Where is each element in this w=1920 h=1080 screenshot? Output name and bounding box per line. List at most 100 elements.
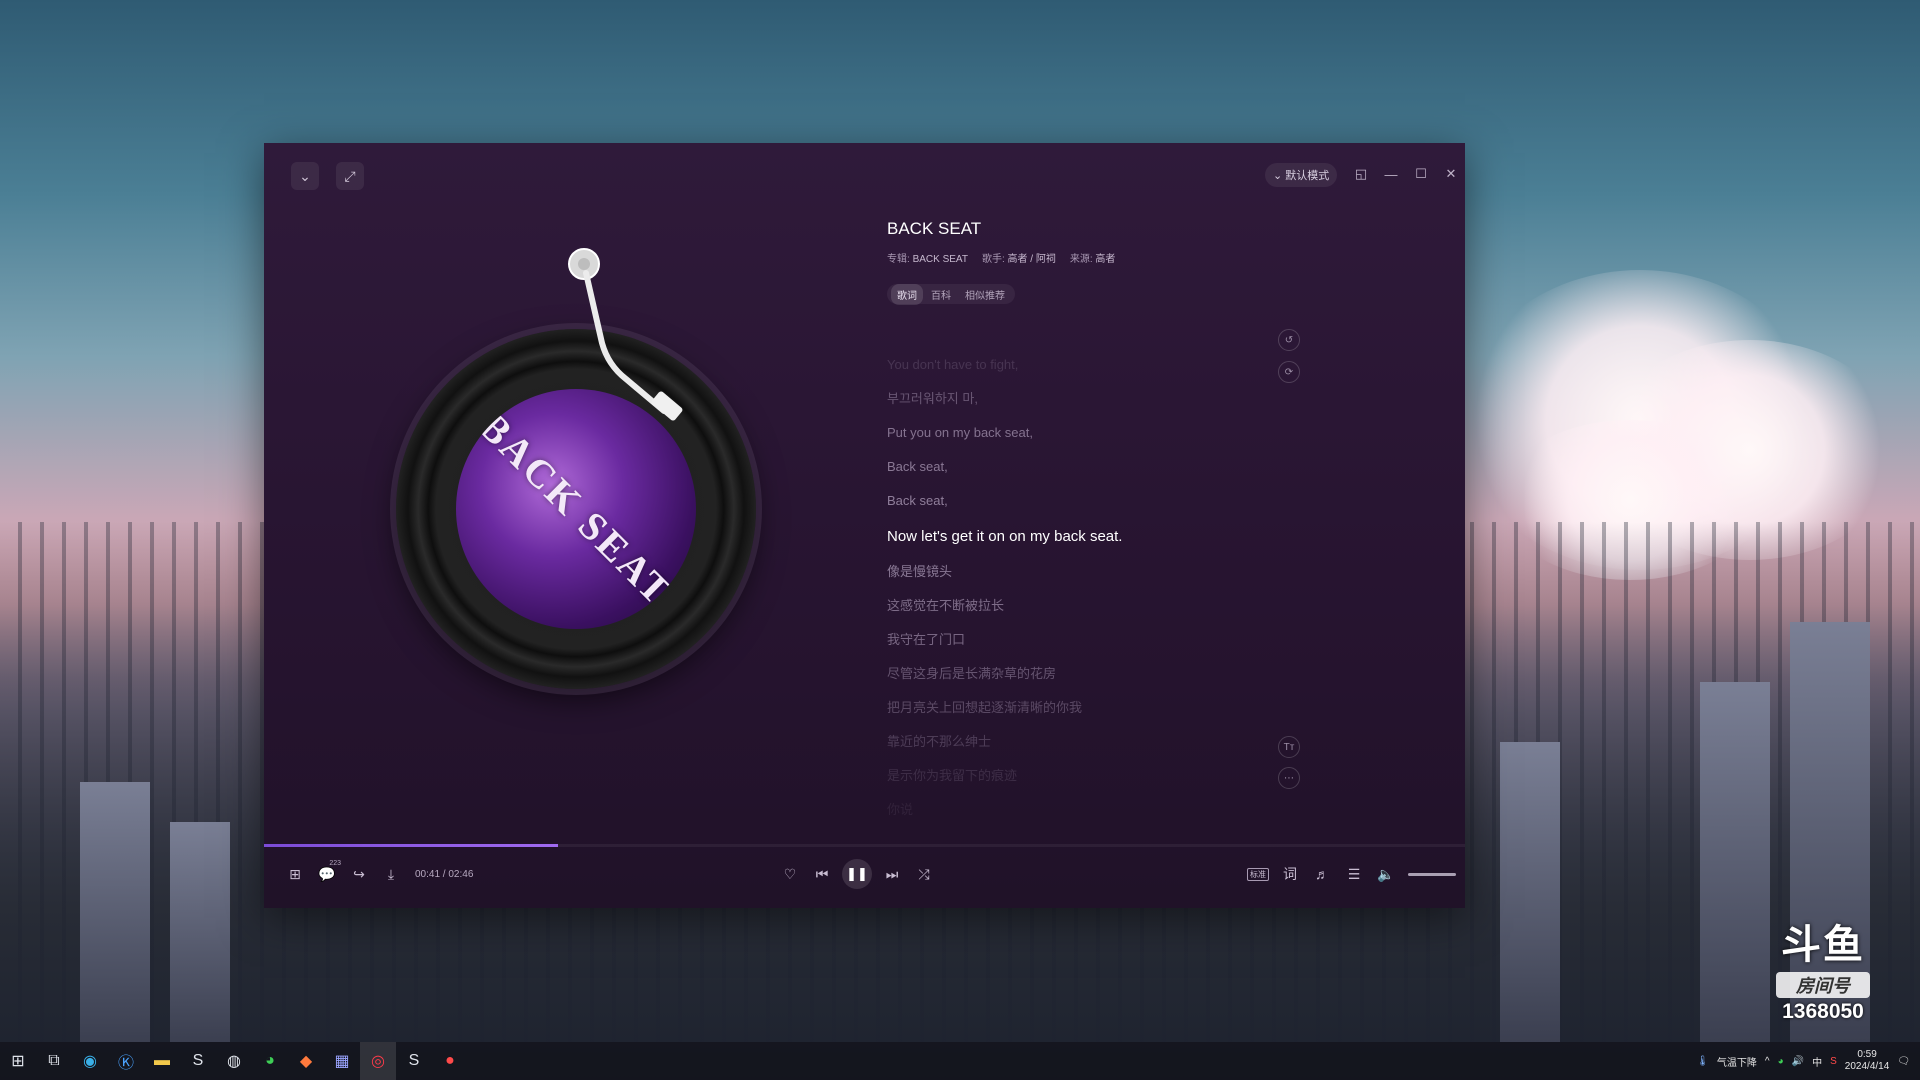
song-meta: 专辑: BACK SEAT 歌手: 高者 / 阿祠 来源: 高者	[887, 250, 1115, 265]
heart-icon: ♡	[783, 865, 797, 882]
speaker-icon[interactable]: 🔊	[1792, 1056, 1804, 1067]
shuffle-icon: ⤮	[918, 865, 930, 882]
progress-fill	[264, 844, 559, 847]
minimize-button[interactable]: —	[1380, 163, 1402, 185]
album-cover: BACK SEAT	[456, 389, 696, 629]
weather-text[interactable]: 气温下降	[1717, 1054, 1757, 1069]
taskbar-app-explorer[interactable]: ▬	[144, 1042, 180, 1080]
taskbar-app[interactable]: ▦	[324, 1042, 360, 1080]
tab-similar[interactable]: 相似推荐	[959, 284, 1011, 305]
lyric-line[interactable]: 尽管这身后是长满杂草的花房	[887, 657, 1307, 691]
previous-button[interactable]: ⏮	[806, 859, 838, 889]
taskbar-app[interactable]: Ⓚ	[108, 1042, 144, 1080]
album-link[interactable]: BACK SEAT	[913, 254, 968, 265]
lyric-line[interactable]: 你说	[887, 793, 1307, 827]
tab-wiki[interactable]: 百科	[925, 284, 957, 305]
collapse-button[interactable]: ⌄	[291, 162, 319, 190]
wechat-tray-icon[interactable]: ◕	[1778, 1056, 1784, 1067]
steam-icon: ◍	[227, 1053, 241, 1070]
lyric-line[interactable]: 像是慢镜头	[887, 555, 1307, 589]
download-icon: ⤓	[387, 865, 395, 882]
quality-button[interactable]: 标准	[1242, 859, 1274, 889]
system-tray: 🌡 气温下降 ^ ◕ 🔊 中 S 0:59 2024/4/14 🗨	[1696, 1042, 1910, 1080]
volume-slider[interactable]	[1408, 872, 1456, 876]
chevron-down-icon: ⌄	[1273, 169, 1283, 182]
lyric-line[interactable]: 我守在了门口	[887, 623, 1307, 657]
mini-mode-button[interactable]: ◱	[1350, 163, 1372, 185]
mini-window-icon: ◱	[1354, 166, 1368, 181]
start-button[interactable]: ⊞	[0, 1042, 36, 1080]
wallpaper-building	[1700, 682, 1770, 1042]
artist-link[interactable]: 高者 / 阿祠	[1008, 254, 1056, 265]
taskbar-app[interactable]: S	[180, 1042, 216, 1080]
comment-button[interactable]: 💬 223	[311, 859, 343, 889]
add-to-playlist-button[interactable]: ⊞	[279, 859, 311, 889]
minimize-icon: —	[1384, 166, 1398, 182]
lyrics-toggle-button[interactable]: 词	[1274, 859, 1306, 889]
add-icon: ⊞	[289, 865, 301, 882]
current-lyric-line[interactable]: Now let's get it on on my back seat.	[887, 518, 1307, 555]
lyric-line[interactable]: 是示你为我留下的痕迹	[887, 759, 1307, 793]
taskbar-app-edge[interactable]: ◉	[72, 1042, 108, 1080]
ime-indicator[interactable]: 中	[1812, 1054, 1822, 1069]
clock-date: 2024/4/14	[1844, 1061, 1890, 1072]
download-button[interactable]: ⤓	[375, 859, 407, 889]
shuffle-button[interactable]: ⤮	[908, 859, 940, 889]
quality-badge: 标准	[1247, 867, 1269, 881]
source-info: 来源: 高者	[1069, 254, 1116, 265]
text-size-icon: Tт	[1283, 741, 1295, 753]
lyric-line[interactable]: 부끄러워하지 마,	[887, 382, 1307, 416]
lyric-line[interactable]: 靠近的不那么绅士	[887, 725, 1307, 759]
lyrics-history-button[interactable]: ↺	[1278, 329, 1300, 351]
sound-effect-button[interactable]: ♬	[1306, 859, 1338, 889]
clock[interactable]: 0:59 2024/4/14	[1845, 1049, 1890, 1073]
lyric-line[interactable]: Put you on my back seat,	[887, 416, 1307, 450]
lyric-line[interactable]: Back seat,	[887, 484, 1307, 518]
album-cover-title: BACK SEAT	[470, 403, 682, 615]
like-button[interactable]: ♡	[774, 859, 806, 889]
app-icon: ▦	[334, 1053, 350, 1070]
chevron-up-icon[interactable]: ^	[1765, 1056, 1770, 1067]
mode-label: 默认模式	[1285, 170, 1330, 182]
task-view-button[interactable]: ⧉	[36, 1042, 72, 1080]
taskbar-app[interactable]: ●	[432, 1042, 468, 1080]
watermark-room-label: 房间号	[1776, 972, 1870, 998]
taskbar-app-steam[interactable]: ◍	[216, 1042, 252, 1080]
antivirus-icon[interactable]: S	[1830, 1056, 1837, 1067]
playlist-button[interactable]: ☰	[1338, 859, 1370, 889]
taskbar-app-wechat[interactable]: ◕	[252, 1042, 288, 1080]
taskbar-app[interactable]: S	[396, 1042, 432, 1080]
share-button[interactable]: ↪	[343, 859, 375, 889]
watermark-room-number: 1368050	[1782, 1000, 1864, 1023]
volume-button[interactable]: 🔈	[1370, 859, 1402, 889]
lyric-line[interactable]: Back seat,	[887, 450, 1307, 484]
app-icon: ◆	[299, 1053, 313, 1070]
sound-effect-icon: ♬	[1315, 866, 1329, 882]
next-icon: ⏭	[885, 865, 899, 882]
lyric-line[interactable]: 把月亮关上回想起逐渐清晰的你我	[887, 691, 1307, 725]
watermark-logo: 斗鱼	[1781, 922, 1865, 968]
lyric-line[interactable]: 这感觉在不断被拉长	[887, 589, 1307, 623]
lyrics-sync-button[interactable]: ⟳	[1278, 361, 1300, 383]
volume-icon: 🔈	[1377, 865, 1395, 882]
tab-lyrics[interactable]: 歌词	[891, 283, 923, 305]
expand-icon: ⤢	[344, 167, 356, 184]
lyric-line[interactable]: You don't have to fight,	[887, 348, 1307, 382]
pause-button[interactable]: ❚❚	[842, 859, 872, 889]
maximize-button[interactable]: ☐	[1410, 163, 1432, 185]
progress-bar[interactable]	[264, 844, 1465, 847]
vinyl-disc: BACK SEAT	[396, 329, 756, 689]
mode-dropdown[interactable]: ⌄ 默认模式	[1265, 163, 1338, 187]
wallpaper-building	[1500, 742, 1560, 1042]
thermometer-icon: 🌡	[1696, 1055, 1709, 1067]
taskbar-app-music[interactable]: ◎	[360, 1042, 396, 1080]
taskbar-app[interactable]: ◆	[288, 1042, 324, 1080]
font-size-button[interactable]: Tт	[1278, 736, 1300, 758]
info-tabs: 歌词 百科 相似推荐	[887, 283, 1015, 305]
notification-icon[interactable]: 🗨	[1897, 1056, 1910, 1067]
next-button[interactable]: ⏭	[876, 859, 908, 889]
source-link[interactable]: 高者	[1095, 254, 1115, 265]
fullscreen-button[interactable]: ⤢	[336, 162, 364, 190]
more-button[interactable]: ⋯	[1278, 767, 1300, 789]
close-button[interactable]: ✕	[1440, 163, 1462, 185]
